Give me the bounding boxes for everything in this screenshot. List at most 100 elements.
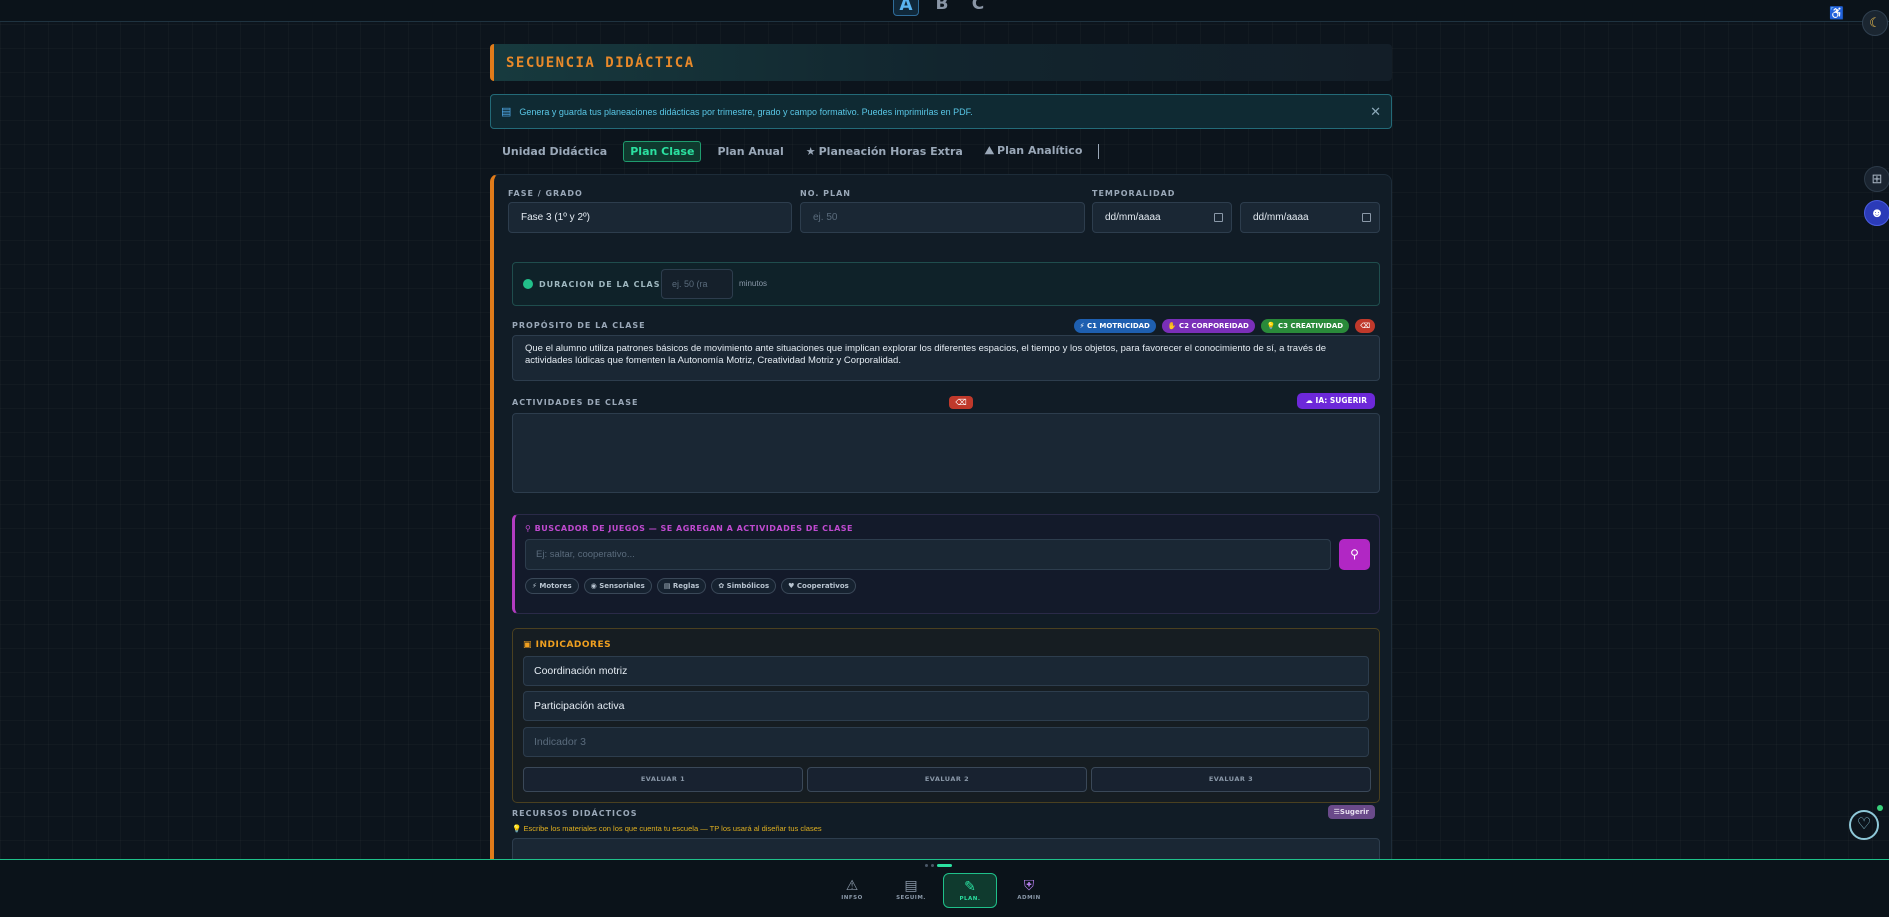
page-dot-active[interactable] bbox=[937, 864, 952, 867]
evaluar-1-button[interactable]: EVALUAR 1 bbox=[523, 767, 803, 792]
temporalidad-label: TEMPORALIDAD bbox=[1092, 189, 1176, 198]
fase-label: FASE / GRADO bbox=[508, 189, 583, 198]
plan-clase-form: FASE / GRADO Fase 3 (1º y 2º) NO. PLAN e… bbox=[490, 174, 1392, 914]
indicador-2-input[interactable]: Participación activa bbox=[523, 691, 1369, 721]
ia-sugerir-label: IA: SUGERIR bbox=[1315, 396, 1367, 405]
badge-c3[interactable]: 💡 C3 CREATIVIDAD bbox=[1260, 319, 1350, 333]
info-banner: ▤ Genera y guarda tus planeaciones didác… bbox=[490, 94, 1392, 129]
indicadores-title-text: INDICADORES bbox=[535, 640, 612, 650]
page-dots bbox=[925, 864, 952, 867]
chip-simbolicos[interactable]: ✿ Simbólicos bbox=[711, 578, 777, 594]
tab-horas-extra[interactable]: ★ Planeación Horas Extra bbox=[800, 142, 969, 161]
clear-actividades-button[interactable]: ⌫ bbox=[949, 396, 973, 409]
search-title-text: BUSCADOR DE JUEGOS — SE AGREGAN A ACTIVI… bbox=[534, 524, 854, 533]
ia-sugerir-button[interactable]: ☁ IA: SUGERIR bbox=[1297, 393, 1375, 409]
chip-motores[interactable]: ⚡ Motores bbox=[525, 578, 579, 594]
nav-infso[interactable]: ⚠ INFSO bbox=[825, 873, 879, 908]
tab-plan-clase[interactable]: Plan Clase bbox=[623, 140, 702, 162]
proposito-label: PROPÓSITO DE LA CLASE bbox=[512, 321, 646, 330]
duracion-input[interactable]: ej. 50 (ra bbox=[661, 269, 733, 299]
heart-button[interactable]: ♡ bbox=[1849, 810, 1879, 840]
nav-plan[interactable]: ✎ PLAN. bbox=[943, 873, 997, 908]
indicador-3-placeholder: Indicador 3 bbox=[534, 736, 586, 748]
badge-c1[interactable]: ⚡ C1 MOTRICIDAD bbox=[1073, 319, 1156, 333]
indicadores-box: ▣ INDICADORES Coordinación motriz Partic… bbox=[512, 628, 1380, 803]
search-button[interactable]: ⚲ bbox=[1339, 539, 1370, 570]
fase-select[interactable]: Fase 3 (1º y 2º) bbox=[508, 202, 792, 233]
evaluar-2-button[interactable]: EVALUAR 2 bbox=[807, 767, 1087, 792]
assistant-button[interactable]: ☻ bbox=[1864, 200, 1889, 226]
close-icon[interactable]: ✕ bbox=[1370, 104, 1381, 120]
recursos-hint-text: Escribe los materiales con los que cuent… bbox=[523, 824, 822, 833]
accessibility-icon[interactable]: ♿ bbox=[1829, 6, 1844, 20]
lightbulb-icon: 💡 bbox=[512, 824, 522, 833]
indicador-1-input[interactable]: Coordinación motriz bbox=[523, 656, 1369, 686]
letter-b-button[interactable]: B bbox=[929, 0, 955, 16]
chip-label: Motores bbox=[539, 582, 572, 590]
nav-label: ADMIN bbox=[1017, 895, 1041, 901]
proposito-text: Que el alumno utiliza patrones básicos d… bbox=[525, 343, 1327, 366]
date-end-value: dd/mm/aaaa bbox=[1253, 212, 1309, 223]
letter-a-button[interactable]: A bbox=[893, 0, 919, 16]
category-chips: ⚡ Motores ◉ Sensoriales ▤ Reglas ✿ Simbó… bbox=[525, 578, 856, 594]
badge-c2-label: C2 CORPOREIDAD bbox=[1179, 322, 1249, 330]
top-bar: A B C ♿ bbox=[0, 0, 1889, 22]
sugerir-button[interactable]: ☰Sugerir bbox=[1327, 805, 1375, 819]
campo-badges: ⚡ C1 MOTRICIDAD ✋ C2 CORPOREIDAD 💡 C3 CR… bbox=[1073, 319, 1375, 333]
calendar-icon[interactable] bbox=[1362, 213, 1371, 222]
actividades-label: ACTIVIDADES DE CLASE bbox=[512, 398, 639, 407]
actividades-textarea[interactable] bbox=[512, 413, 1380, 493]
duration-dot-icon bbox=[523, 279, 533, 289]
juegos-search-input[interactable]: Ej: saltar, cooperativo... bbox=[525, 539, 1331, 570]
chip-reglas[interactable]: ▤ Reglas bbox=[656, 578, 707, 594]
date-start-input[interactable]: dd/mm/aaaa bbox=[1092, 202, 1232, 233]
book-icon: ▤ bbox=[501, 106, 512, 118]
nav-label: INFSO bbox=[841, 895, 863, 901]
map-icon: ⛰ bbox=[984, 144, 995, 157]
date-start-value: dd/mm/aaaa bbox=[1105, 212, 1161, 223]
page-title-bar: SECUENCIA DIDÁCTICA bbox=[490, 44, 1392, 81]
heart-icon: ♡ bbox=[1856, 816, 1872, 833]
recursos-hint: 💡 Escribe los materiales con los que cue… bbox=[512, 824, 822, 833]
tab-plan-analitico[interactable]: ⛰ Plan Analítico bbox=[979, 141, 1089, 161]
page-dot[interactable] bbox=[931, 864, 934, 867]
calendar-icon[interactable] bbox=[1214, 213, 1223, 222]
date-end-input[interactable]: dd/mm/aaaa bbox=[1240, 202, 1380, 233]
plan-input[interactable]: ej. 50 bbox=[800, 202, 1085, 233]
chip-label: Sensoriales bbox=[599, 582, 645, 590]
tab-plan-anual[interactable]: Plan Anual bbox=[711, 142, 789, 161]
robot-icon: ☻ bbox=[1870, 205, 1884, 220]
pencil-icon: ✎ bbox=[964, 878, 976, 894]
duracion-unit: minutos bbox=[739, 279, 768, 288]
recursos-label: RECURSOS DIDÁCTICOS bbox=[512, 809, 638, 818]
letter-c-button[interactable]: C bbox=[965, 0, 991, 16]
tab-label: Plan Anual bbox=[717, 144, 784, 158]
tab-unidad-didactica[interactable]: Unidad Didáctica bbox=[496, 142, 613, 161]
online-indicator bbox=[1877, 805, 1883, 811]
chip-cooperativos[interactable]: ♥ Cooperativos bbox=[781, 578, 856, 594]
duracion-placeholder: ej. 50 (ra bbox=[672, 279, 708, 289]
chip-sensoriales[interactable]: ◉ Sensoriales bbox=[583, 578, 652, 594]
info-text: Genera y guarda tus planeaciones didácti… bbox=[519, 106, 973, 117]
badge-c2[interactable]: ✋ C2 CORPOREIDAD bbox=[1161, 319, 1255, 333]
indicador-3-input[interactable]: Indicador 3 bbox=[523, 727, 1369, 757]
nav-admin[interactable]: ⛨ ADMIN bbox=[1002, 873, 1056, 908]
eraser-icon: ⌫ bbox=[1360, 322, 1370, 330]
nav-seguim[interactable]: ▤ SEGUIM. bbox=[884, 873, 938, 908]
clipboard-icon: ▣ bbox=[523, 640, 533, 650]
tab-label: Planeación Horas Extra bbox=[818, 144, 963, 158]
page-dot[interactable] bbox=[925, 864, 928, 867]
plan-placeholder: ej. 50 bbox=[813, 212, 838, 223]
juegos-search-box: ⚲ BUSCADOR DE JUEGOS — SE AGREGAN A ACTI… bbox=[512, 514, 1380, 614]
duracion-label: DURACION DE LA CLASE bbox=[539, 280, 667, 289]
indicadores-title: ▣ INDICADORES bbox=[523, 640, 611, 650]
moon-icon: ☾ bbox=[1869, 15, 1881, 30]
evaluar-3-button[interactable]: EVALUAR 3 bbox=[1091, 767, 1371, 792]
dark-mode-toggle[interactable]: ☾ bbox=[1862, 10, 1888, 36]
apps-button[interactable]: ⊞ bbox=[1864, 166, 1889, 192]
chip-label: Reglas bbox=[672, 582, 700, 590]
proposito-textarea[interactable]: Que el alumno utiliza patrones básicos d… bbox=[512, 335, 1380, 381]
search-title: ⚲ BUSCADOR DE JUEGOS — SE AGREGAN A ACTI… bbox=[525, 524, 853, 533]
page-title: SECUENCIA DIDÁCTICA bbox=[506, 54, 695, 71]
clear-proposito-button[interactable]: ⌫ bbox=[1355, 319, 1375, 333]
